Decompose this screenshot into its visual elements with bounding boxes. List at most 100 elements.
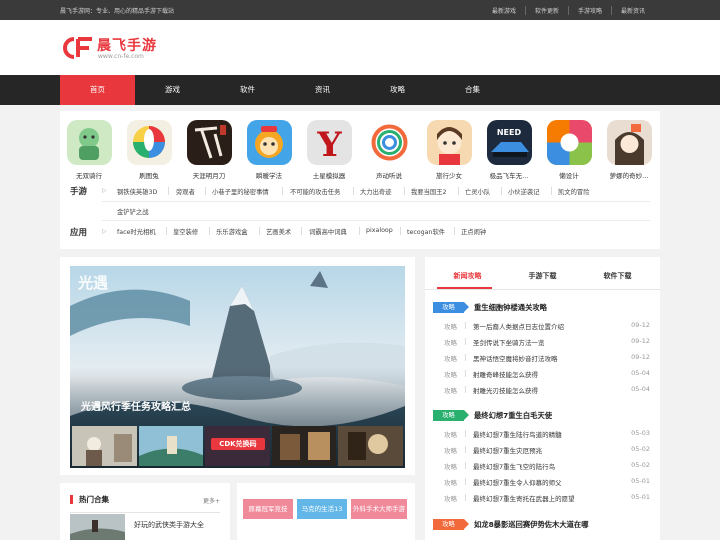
games-tag[interactable]: 亡灵小队 — [465, 187, 490, 196]
apps-tag[interactable]: 皇空装修 — [173, 227, 198, 236]
apps-tag[interactable]: 乐乐游戏盒 — [216, 227, 247, 236]
app-item[interactable]: 刷图兔 — [123, 120, 175, 180]
cf-logo-icon[interactable] — [60, 35, 94, 61]
games-tag[interactable]: 不可能的攻击任务 — [290, 187, 340, 196]
news-title[interactable]: 射雕光刃技能怎么获得 — [473, 385, 538, 395]
app-icon[interactable] — [66, 120, 112, 165]
news-headline[interactable]: 重生细胞钟楼通关攻略 — [474, 303, 547, 313]
app-icon[interactable]: Y — [306, 120, 352, 165]
top-link-latest-news[interactable]: 最新资讯 — [610, 6, 654, 15]
row-separator — [465, 386, 466, 393]
games-tag[interactable]: 金铲铲之战 — [117, 207, 148, 216]
app-item[interactable]: 声动听说 — [363, 120, 415, 180]
category-badge[interactable]: 攻略 — [433, 410, 469, 421]
slide-thumbnail[interactable] — [338, 426, 403, 466]
nav-games[interactable]: 游戏 — [135, 75, 210, 105]
apps-tag[interactable]: 正点闹钟 — [461, 227, 486, 236]
news-title[interactable]: 最终幻想7重生令人仰慕的师父 — [473, 477, 562, 487]
games-tag[interactable]: 凯文的冒险 — [558, 187, 589, 196]
apps-tag[interactable]: tecogan软件 — [407, 227, 445, 236]
news-date: 05-03 — [631, 429, 650, 437]
news-row[interactable]: 攻略 最终幻想7重生灾厄预兆 05-02 — [425, 445, 660, 457]
apps-tag[interactable]: pixaloop — [366, 227, 393, 234]
news-row[interactable]: 攻略 射雕奇峰技能怎么获得 05-04 — [425, 369, 660, 381]
nav-guides[interactable]: 攻略 — [360, 75, 435, 105]
games-tag[interactable]: 大力出奇迹 — [360, 187, 391, 196]
slide-thumbnail[interactable] — [271, 426, 337, 466]
tab-news-guides[interactable]: 新闻攻略 — [430, 271, 505, 281]
app-item[interactable]: 天涯明月刀 — [183, 120, 235, 180]
top-link-game-guides[interactable]: 手游攻略 — [567, 6, 611, 15]
category-badge[interactable]: 攻略 — [433, 302, 469, 313]
nav-collections[interactable]: 合集 — [435, 75, 510, 105]
apps-tag[interactable]: face时光相机 — [117, 227, 156, 236]
news-category: 攻略 — [444, 479, 457, 487]
games-tag[interactable]: 我要当国王2 — [411, 187, 447, 196]
news-row[interactable]: 攻略 黑神话悟空魔将妙音打法攻略 09-12 — [425, 353, 660, 365]
top-link-latest-games[interactable]: 最新游戏 — [483, 6, 525, 15]
news-title[interactable]: 最终幻想7重生寄托在武器上的愿望 — [473, 493, 575, 503]
slide-banner[interactable]: 光遇 光遇风行季任务攻略汇总 CDK兑换码 — [70, 266, 405, 468]
logo-text[interactable]: 晨飞手游 — [97, 35, 157, 55]
app-icon[interactable]: NEED — [486, 120, 532, 165]
news-title[interactable]: 黑神话悟空魔将妙音打法攻略 — [473, 353, 558, 363]
apps-tag[interactable]: 艺画美术 — [266, 227, 291, 236]
app-icon[interactable] — [246, 120, 292, 165]
app-icon[interactable] — [186, 120, 232, 165]
row-separator — [465, 430, 466, 437]
games-tag[interactable]: 钢铁侠英雄3D — [117, 187, 157, 196]
collection-tag[interactable]: 原幕冠军竞技 — [243, 499, 293, 519]
slide-thumbnail[interactable]: CDK兑换码 — [205, 426, 270, 466]
collection-tag[interactable]: 外科手术大师手游 — [351, 499, 407, 519]
news-row[interactable]: 攻略 第一后裔人类据点日志位置介绍 09-12 — [425, 321, 660, 333]
app-icon[interactable] — [126, 120, 172, 165]
category-badge[interactable]: 攻略 — [433, 519, 469, 530]
news-title[interactable]: 最终幻想7重生飞空的陆行鸟 — [473, 461, 555, 471]
news-row[interactable]: 攻略 最终幻想7重生陆行鸟道的精髓 05-03 — [425, 429, 660, 441]
app-icon[interactable] — [426, 120, 472, 165]
games-tag[interactable]: 小巷子里的秘密事情 — [212, 187, 269, 196]
app-item[interactable]: 无双骑行 — [63, 120, 115, 180]
news-headline[interactable]: 最终幻想7重生白毛天使 — [474, 411, 552, 421]
apps-row-label: 应用 — [70, 228, 88, 238]
news-row[interactable]: 攻略 最终幻想7重生寄托在武器上的愿望 05-01 — [425, 493, 660, 505]
app-item[interactable]: 懒设计 — [543, 120, 595, 180]
news-title[interactable]: 最终幻想7重生灾厄预兆 — [473, 445, 542, 455]
news-row[interactable]: 攻略 最终幻想7重生飞空的陆行鸟 05-02 — [425, 461, 660, 473]
news-title[interactable]: 第一后裔人类据点日志位置介绍 — [473, 321, 564, 331]
app-item[interactable]: 瞬暖学法 — [243, 120, 295, 180]
app-item[interactable]: NEED 极品飞车无... — [483, 120, 535, 180]
app-item[interactable]: 旅行少女 — [423, 120, 475, 180]
slide-thumbnail[interactable] — [138, 426, 204, 466]
app-icon[interactable] — [546, 120, 592, 165]
app-item[interactable]: Y 土星模拟器 — [303, 120, 355, 180]
app-icon[interactable] — [606, 120, 652, 165]
news-row[interactable]: 攻略 圣剑传说下坐骑方法一览 09-12 — [425, 337, 660, 349]
games-tag[interactable]: 旁观者 — [176, 187, 195, 196]
nav-software[interactable]: 软件 — [210, 75, 285, 105]
news-title[interactable]: 最终幻想7重生陆行鸟道的精髓 — [473, 429, 562, 439]
news-category: 攻略 — [444, 495, 457, 503]
news-row[interactable]: 攻略 最终幻想7重生令人仰慕的师父 05-01 — [425, 477, 660, 489]
app-name: 刷图兔 — [139, 172, 159, 180]
games-tag[interactable]: 小伙逆袭记 — [508, 187, 539, 196]
slide-title[interactable]: 光遇风行季任务攻略汇总 — [81, 398, 191, 413]
tab-game-downloads[interactable]: 手游下载 — [505, 271, 580, 281]
nav-news[interactable]: 资讯 — [285, 75, 360, 105]
top-link-software-updates[interactable]: 软件更新 — [524, 6, 568, 15]
news-row[interactable]: 攻略 射雕光刃技能怎么获得 05-04 — [425, 385, 660, 397]
more-link[interactable]: 更多+ — [203, 496, 220, 505]
news-headline[interactable]: 如龙8暴影巡回赛伊势佐木大道在哪 — [474, 520, 589, 530]
collection-thumbnail[interactable] — [70, 514, 125, 540]
app-icon[interactable] — [366, 120, 412, 165]
news-title[interactable]: 圣剑传说下坐骑方法一览 — [473, 337, 545, 347]
apps-tag[interactable]: 词霸高中词典 — [309, 227, 347, 236]
collection-tag[interactable]: 马克的生活13 — [297, 499, 347, 519]
news-title[interactable]: 射雕奇峰技能怎么获得 — [473, 369, 538, 379]
tab-software-downloads[interactable]: 软件下载 — [580, 271, 655, 281]
nav-home[interactable]: 首页 — [60, 75, 135, 105]
app-item[interactable]: 萝娜的奇妙... — [603, 120, 655, 180]
collection-title[interactable]: 好玩的武侠类手游大全 — [134, 520, 204, 530]
slide-thumbnail[interactable] — [72, 426, 137, 466]
news-category: 攻略 — [444, 371, 457, 379]
